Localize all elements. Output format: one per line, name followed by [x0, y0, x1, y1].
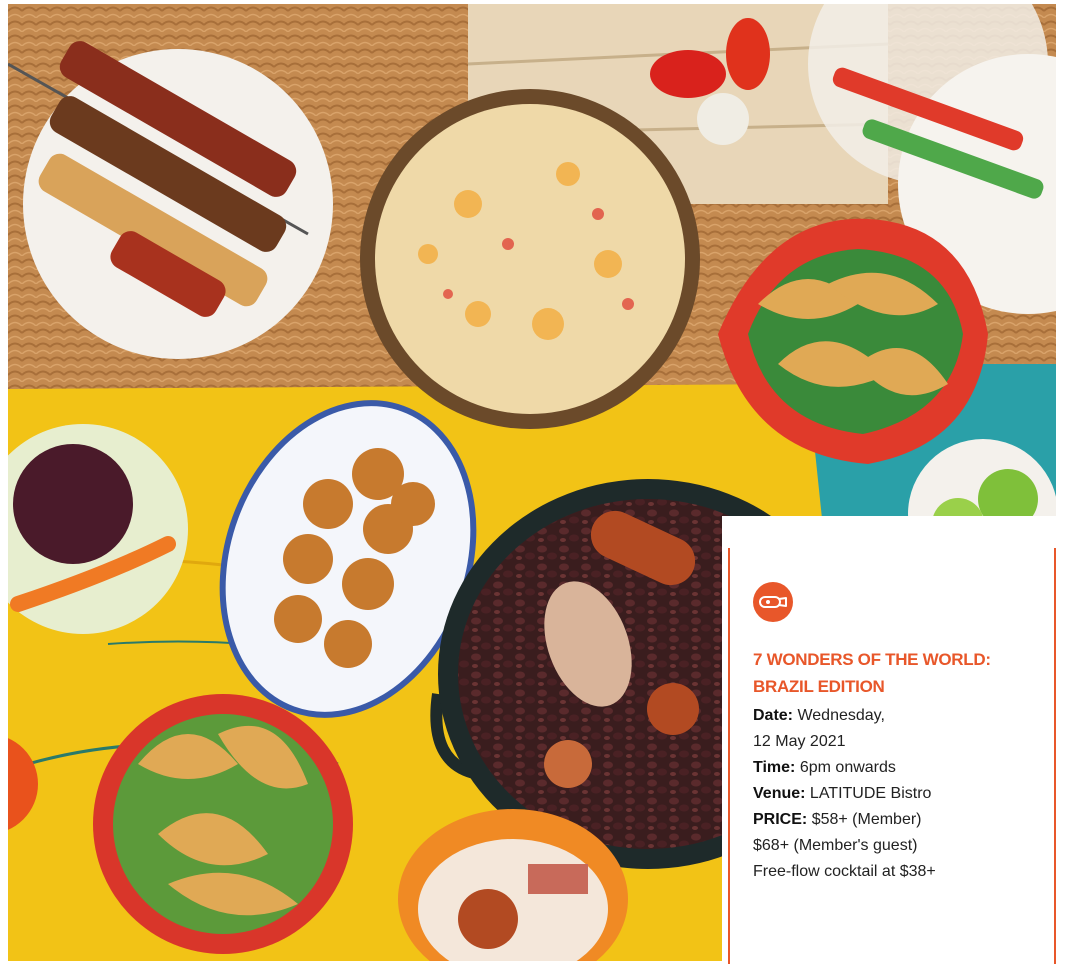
whistle-icon [753, 582, 793, 622]
price-guest: $68+ (Member's guest) [753, 837, 918, 854]
date-value-line2: 12 May 2021 [753, 733, 846, 750]
garlic [697, 93, 749, 145]
venue-row: Venue: LATITUDE Bistro [753, 781, 1053, 807]
time-value: 6pm onwards [799, 759, 896, 776]
cocktail-price: Free-flow cocktail at $38+ [753, 863, 936, 880]
event-info-card: 7 WONDERS OF THE WORLD: BRAZIL EDITION D… [722, 516, 1066, 964]
price-row: PRICE: $58+ (Member) [753, 807, 1053, 833]
time-row: Time: 6pm onwards [753, 755, 1053, 781]
venue-label: Venue: [753, 785, 806, 802]
venue-value: LATITUDE Bistro [809, 785, 932, 802]
event-title: 7 WONDERS OF THE WORLD: BRAZIL EDITION [753, 650, 991, 696]
date-label: Date: [753, 707, 794, 724]
red-pepper [650, 50, 726, 98]
event-details: Date: Wednesday, 12 May 2021 Time: 6pm o… [753, 703, 1053, 885]
price-member: $58+ (Member) [811, 811, 922, 828]
date-value-line1: Wednesday, [797, 707, 885, 724]
date-row: Date: Wednesday, [753, 703, 1053, 729]
time-label: Time: [753, 759, 796, 776]
card-left-rule [728, 548, 730, 964]
card-right-rule [1054, 548, 1056, 964]
price-label: PRICE: [753, 811, 808, 828]
